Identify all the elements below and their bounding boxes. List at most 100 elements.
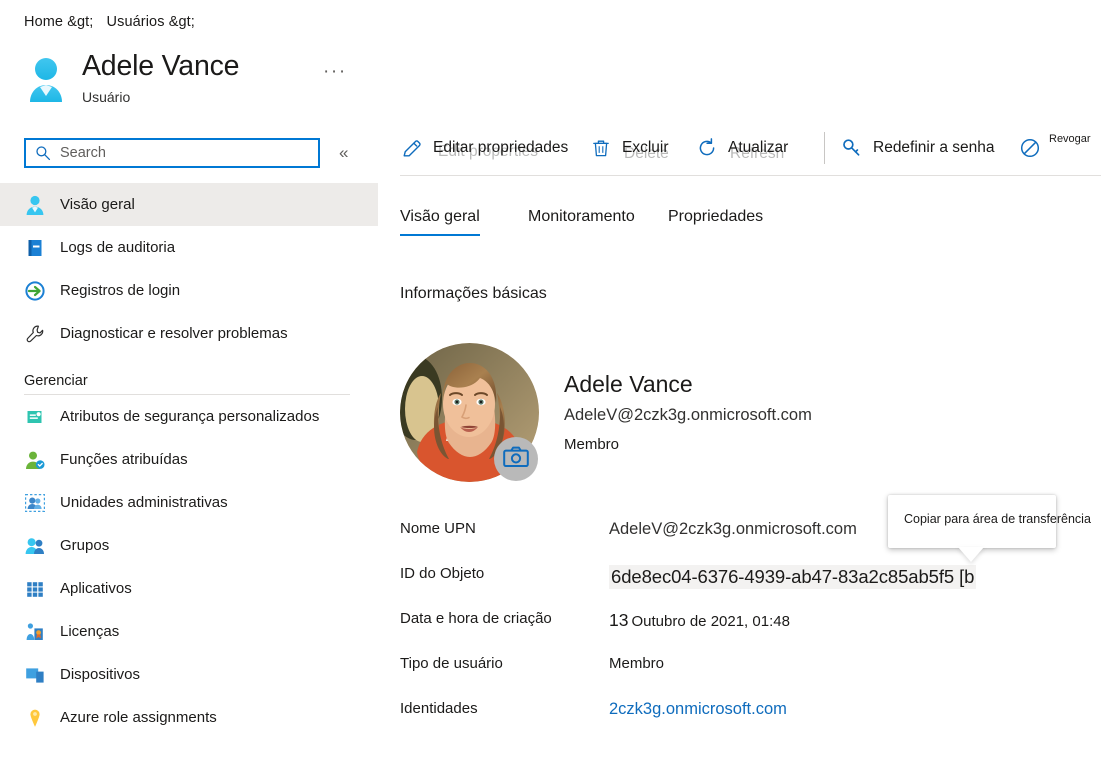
sidebar-item-label: Grupos: [60, 537, 110, 554]
property-key: Identidades: [400, 700, 478, 717]
reset-password-label: Redefinir a senha: [873, 139, 995, 156]
sidebar-item-label: Registros de login: [60, 282, 181, 299]
sidebar-item-grupos[interactable]: Grupos: [0, 524, 378, 567]
identity-name: Adele Vance: [564, 371, 693, 397]
property-value-object-id[interactable]: 6de8ec04-6376-4939-ab47-83a2c85ab5f5 [b: [609, 565, 977, 589]
tab-propriedades[interactable]: Propriedades: [668, 208, 763, 236]
search-row: «: [24, 138, 364, 172]
sidebar-item-azure-role-assignments[interactable]: Azure role assignments: [0, 696, 378, 739]
more-actions-button[interactable]: ···: [323, 62, 347, 81]
change-photo-button[interactable]: [494, 437, 538, 481]
tab-visao-geral[interactable]: Visão geral: [400, 208, 480, 236]
property-key: Tipo de usuário: [400, 655, 503, 672]
reset-password-button[interactable]: Redefinir a senha: [840, 128, 995, 168]
sidebar-item-diagnosticar-resolver-problemas[interactable]: Diagnosticar e resolver problemas: [0, 312, 378, 355]
devices-icon: [24, 664, 46, 686]
collapse-sidebar-button[interactable]: «: [339, 141, 348, 165]
property-value-identities-link[interactable]: 2czk3g.onmicrosoft.com: [609, 700, 787, 719]
created-date-day: 13: [609, 610, 629, 630]
sidebar-item-registros-de-login[interactable]: Registros de login: [0, 269, 378, 312]
sidebar-item-label: Visão geral: [60, 196, 135, 213]
licenses-icon: [24, 621, 46, 643]
copy-to-clipboard-tooltip: Copiar para área de transferência: [888, 495, 1091, 562]
property-key: Nome UPN: [400, 520, 476, 537]
sidebar-item-label: Logs de auditoria: [60, 239, 176, 256]
revoke-icon: [1018, 136, 1042, 160]
edit-properties-label: Editar propriedades: [433, 139, 569, 156]
search-input[interactable]: [60, 145, 300, 161]
revoke-button[interactable]: Revogar: [1018, 128, 1091, 168]
user-avatar-icon: [24, 56, 68, 104]
sidebar-item-label: Funções atribuídas: [60, 451, 188, 468]
property-row-created-date: Data e hora de criação 13 Outubro de 2021…: [400, 610, 1060, 655]
camera-icon: [503, 446, 529, 473]
applications-icon: [24, 578, 46, 600]
groups-icon: [24, 535, 46, 557]
profile-photo-wrap[interactable]: [400, 343, 539, 482]
tooltip-pointer: [958, 547, 984, 562]
command-bar: Editar propriedades Edit properties Excl…: [400, 128, 1101, 176]
sidebar-item-visao-geral[interactable]: Visão geral: [0, 183, 378, 226]
sidebar-item-label: Aplicativos: [60, 580, 132, 597]
custom-security-attributes-icon: [24, 406, 46, 428]
search-icon: [35, 145, 51, 161]
key-icon: [24, 707, 46, 729]
main-content: Editar propriedades Edit properties Excl…: [378, 40, 1101, 762]
assigned-roles-icon: [24, 449, 46, 471]
pencil-icon: [400, 136, 424, 160]
property-row-identities: Identidades 2czk3g.onmicrosoft.com: [400, 700, 1060, 745]
breadcrumb-item-home[interactable]: Home &gt;: [24, 14, 93, 30]
breadcrumb-item-users[interactable]: Usuários &gt;: [107, 14, 195, 30]
property-value-user-type: Membro: [609, 655, 665, 672]
delete-button[interactable]: Excluir: [589, 128, 669, 168]
section-title: Informações básicas: [400, 285, 547, 302]
command-bar-divider: [400, 175, 1101, 176]
search-box[interactable]: [24, 138, 320, 168]
sidebar-item-funcoes-atribuidas[interactable]: Funções atribuídas: [0, 438, 378, 481]
tooltip-text: Copiar para área de transferência: [904, 512, 1091, 526]
left-panel: Adele Vance Usuário ··· «: [0, 40, 378, 762]
property-key: ID do Objeto: [400, 565, 485, 582]
property-row-object-id: ID do Objeto 6de8ec04-6376-4939-ab47-83a…: [400, 565, 1060, 610]
property-value-upn: AdeleV@2czk3g.onmicrosoft.com: [609, 520, 857, 538]
identity-upn: AdeleV@2czk3g.onmicrosoft.com: [564, 406, 812, 424]
toolbar-divider: [824, 132, 825, 164]
breadcrumb: Home &gt; Usuários &gt;: [24, 14, 204, 30]
property-value-created-date: 13 Outubro de 2021, 01:48: [609, 610, 790, 631]
sidebar-nav: Visão geral Logs de auditoria Registros …: [0, 183, 378, 739]
sign-in-icon: [24, 280, 46, 302]
sidebar-group-gerenciar: Gerenciar: [24, 373, 88, 389]
sidebar-item-label: Licenças: [60, 623, 120, 640]
page-title: Adele Vance: [82, 50, 240, 82]
trash-icon: [589, 136, 613, 160]
sidebar-item-label: Atributos de segurança personalizados: [60, 408, 320, 425]
revoke-label: Revogar: [1049, 133, 1091, 145]
user-header: Adele Vance Usuário ···: [24, 50, 364, 116]
refresh-label: Atualizar: [728, 139, 789, 156]
sidebar-item-logs-de-auditoria[interactable]: Logs de auditoria: [0, 226, 378, 269]
tab-monitoramento[interactable]: Monitoramento: [528, 208, 635, 236]
refresh-icon: [695, 136, 719, 160]
property-key: Data e hora de criação: [400, 610, 552, 627]
identity-card: Adele Vance AdeleV@2czk3g.onmicrosoft.co…: [400, 343, 900, 483]
administrative-units-icon: [24, 492, 46, 514]
key-reset-icon: [840, 136, 864, 160]
edit-properties-button[interactable]: Editar propriedades: [400, 128, 568, 168]
sidebar-item-licencas[interactable]: Licenças: [0, 610, 378, 653]
user-icon: [24, 194, 46, 216]
sidebar-item-label: Dispositivos: [60, 666, 141, 683]
sidebar-item-label: Azure role assignments: [60, 709, 217, 726]
sidebar-item-aplicativos[interactable]: Aplicativos: [0, 567, 378, 610]
sidebar-item-label: Diagnosticar e resolver problemas: [60, 325, 288, 342]
refresh-button[interactable]: Atualizar: [695, 128, 788, 168]
audit-log-icon: [24, 237, 46, 259]
sidebar-item-unidades-administrativas[interactable]: Unidades administrativas: [0, 481, 378, 524]
sidebar-item-dispositivos[interactable]: Dispositivos: [0, 653, 378, 696]
sidebar-item-atributos-de-seguranca-personalizados[interactable]: Atributos de segurança personalizados: [0, 395, 378, 438]
delete-label: Excluir: [622, 139, 669, 156]
identity-user-type: Membro: [564, 436, 620, 453]
page-subtitle: Usuário: [82, 89, 131, 105]
sidebar-item-label: Unidades administrativas: [60, 494, 228, 511]
wrench-icon: [24, 323, 46, 345]
created-date-rest: Outubro de 2021, 01:48: [631, 613, 790, 630]
